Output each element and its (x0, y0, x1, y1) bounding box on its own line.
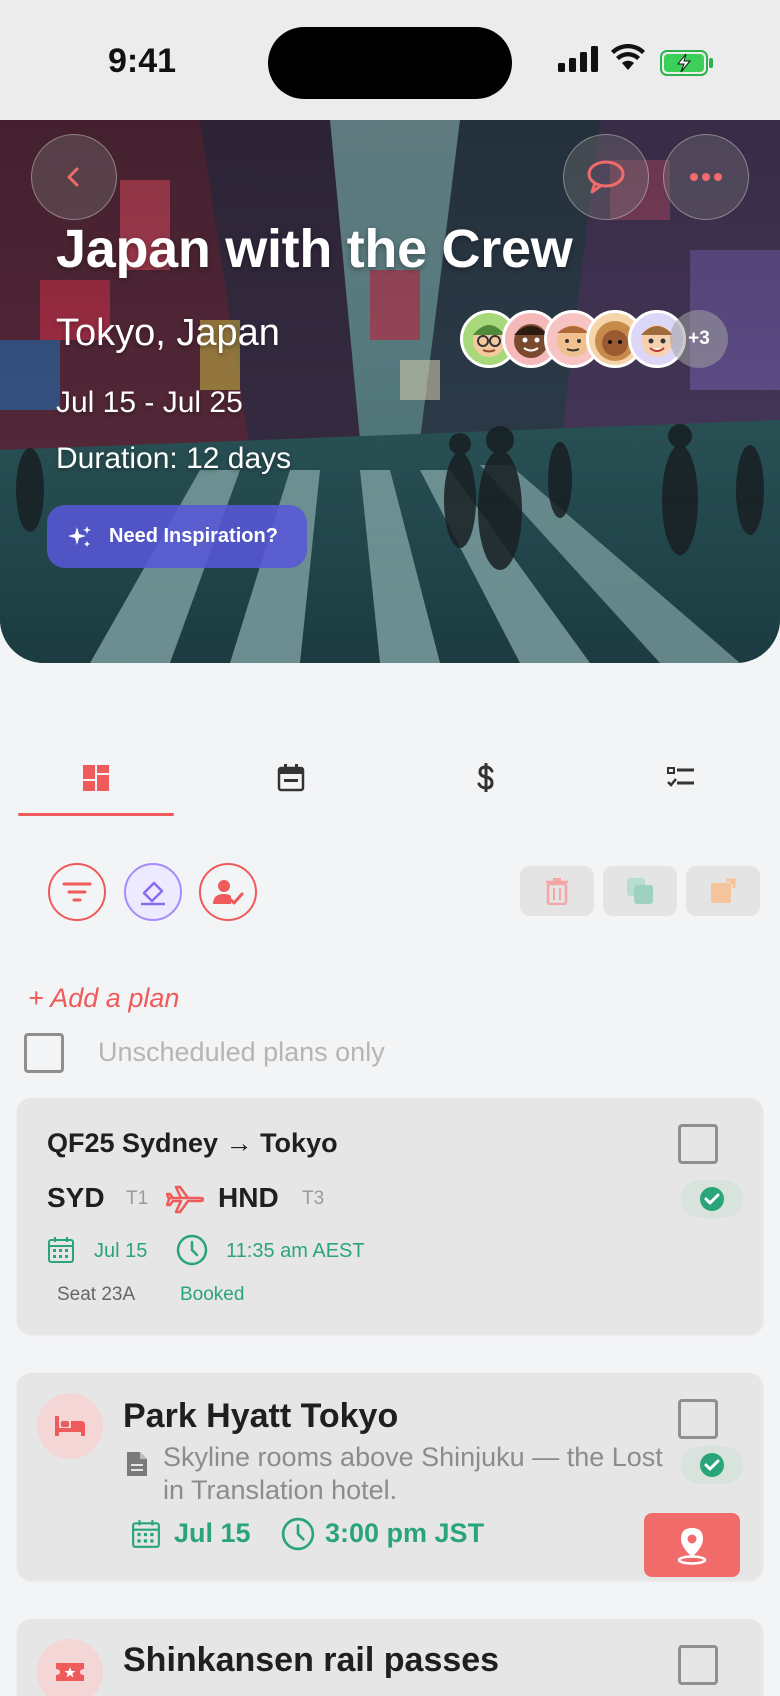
eraser-icon (141, 881, 165, 906)
clock-icon (176, 1234, 208, 1266)
bed-icon (55, 1416, 85, 1436)
unscheduled-only-checkbox[interactable] (24, 1033, 64, 1073)
dollar-icon (477, 763, 494, 792)
trip-duration: Duration: 12 days (56, 442, 292, 475)
tab-calendar[interactable] (213, 740, 369, 816)
filter-button[interactable] (48, 863, 106, 921)
map-pin-icon (677, 1528, 707, 1565)
ellipsis-icon (690, 173, 722, 181)
select-mode-button[interactable] (124, 863, 182, 921)
clock-icon (281, 1517, 315, 1551)
hotel-description: Skyline rooms above Shinjuku — the Lost … (163, 1442, 663, 1505)
status-bar: 9:41 (0, 0, 780, 120)
more-avatars-badge[interactable]: +3 (670, 310, 728, 368)
ticket-icon (56, 1663, 84, 1681)
hotel-time: 3:00 pm JST (325, 1518, 485, 1548)
flight-destination-terminal: T3 (302, 1188, 325, 1209)
unscheduled-only-label: Unscheduled plans only (98, 1037, 385, 1067)
dynamic-island (268, 27, 512, 99)
checklist-icon (667, 767, 694, 787)
signal-icon (558, 46, 598, 72)
export-button[interactable] (686, 866, 760, 916)
hotel-plan-card[interactable]: Park Hyatt Tokyo Skyline rooms above Shi… (17, 1373, 763, 1580)
calendar-icon (277, 764, 305, 792)
need-inspiration-button[interactable]: Need Inspiration? (47, 505, 307, 568)
more-options-button[interactable] (663, 134, 749, 220)
hotel-title: Park Hyatt Tokyo (123, 1397, 399, 1435)
need-inspiration-label: Need Inspiration? (109, 525, 278, 547)
chat-bubble-icon (587, 160, 625, 194)
calendar-icon (48, 1237, 74, 1263)
flight-origin-code: SYD (47, 1182, 105, 1213)
trip-title: Japan with the Crew (56, 219, 573, 279)
flight-title: QF25 Sydney → Tokyo (47, 1128, 338, 1158)
rail-title: Shinkansen rail passes (123, 1641, 500, 1679)
status-time: 9:41 (108, 42, 177, 80)
back-button[interactable] (31, 134, 117, 220)
hotel-map-button[interactable] (644, 1513, 740, 1577)
check-circle-icon (700, 1453, 724, 1477)
activity-category-badge (37, 1639, 103, 1696)
add-plan-link[interactable]: + Add a plan (28, 983, 179, 1014)
check-circle-icon (700, 1187, 724, 1211)
trip-dates: Jul 15 - Jul 25 (56, 386, 243, 419)
tab-budget[interactable] (408, 740, 564, 816)
hotel-confirmed-badge (681, 1446, 743, 1484)
filter-icon (62, 882, 92, 902)
flight-time: 11:35 am AEST (226, 1240, 365, 1262)
chevron-left-icon (67, 167, 79, 187)
flight-booking-status: Booked (180, 1284, 245, 1305)
sparkles-icon (68, 525, 91, 547)
trash-icon (546, 878, 568, 905)
dashboard-icon (83, 765, 109, 791)
tab-overview[interactable] (18, 740, 174, 816)
rail-select-checkbox[interactable] (678, 1645, 718, 1685)
trip-hero: Japan with the Crew Tokyo, Japan Jul 15 … (0, 120, 780, 663)
airplane-icon (166, 1185, 204, 1214)
trip-tabs (18, 740, 762, 816)
rail-plan-card[interactable]: Shinkansen rail passes (17, 1619, 763, 1696)
flight-destination-code: HND (218, 1182, 279, 1213)
note-icon (127, 1452, 147, 1476)
flight-seat: Seat 23A (57, 1284, 136, 1305)
wifi-icon (611, 44, 645, 70)
battery-icon (660, 50, 713, 76)
hotel-select-checkbox[interactable] (678, 1399, 718, 1439)
person-check-icon (213, 880, 244, 905)
trip-location: Tokyo, Japan (56, 312, 280, 354)
flight-confirmed-badge (681, 1180, 743, 1218)
flight-date: Jul 15 (94, 1240, 148, 1262)
duplicate-button[interactable] (603, 866, 677, 916)
tab-checklist[interactable] (603, 740, 759, 816)
copy-icon (627, 878, 653, 904)
hotel-category-badge (37, 1393, 103, 1459)
calendar-icon (132, 1520, 160, 1548)
flight-plan-card[interactable]: QF25 Sydney → Tokyo SYD T1 HND T3 Jul 15… (17, 1098, 763, 1334)
flight-select-checkbox[interactable] (678, 1124, 718, 1164)
flight-origin-terminal: T1 (126, 1188, 149, 1209)
external-link-icon (711, 878, 736, 903)
delete-button[interactable] (520, 866, 594, 916)
hotel-date: Jul 15 (174, 1518, 251, 1548)
assigned-to-me-button[interactable] (199, 863, 257, 921)
chat-button[interactable] (563, 134, 649, 220)
